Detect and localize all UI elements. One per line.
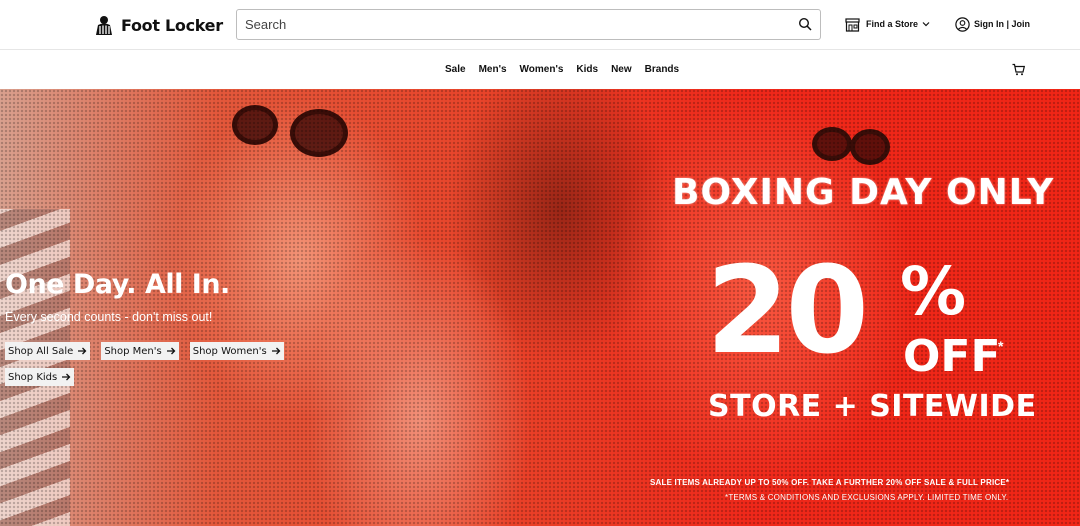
top-header: Foot Locker Find a Store Sign In | Join — [0, 0, 1080, 50]
hero-subtitle: Every second counts - don't miss out! — [5, 310, 213, 324]
nav-item-sale[interactable]: Sale — [445, 64, 466, 75]
cta-label: Shop All Sale — [8, 345, 74, 357]
arrow-right-icon — [78, 347, 87, 355]
user-icon — [955, 16, 970, 32]
nav-item-mens[interactable]: Men's — [479, 64, 507, 75]
chevron-down-icon — [922, 22, 930, 27]
cta-label: Shop Men's — [104, 345, 162, 357]
nav-item-kids[interactable]: Kids — [576, 64, 598, 75]
sign-in-join-link[interactable]: Sign In | Join — [955, 15, 1030, 33]
main-nav: Sale Men's Women's Kids New Brands — [445, 64, 679, 75]
nav-item-womens[interactable]: Women's — [520, 64, 564, 75]
main-navigation-bar: Sale Men's Women's Kids New Brands — [0, 50, 1080, 89]
arrow-right-icon — [166, 347, 176, 355]
promo-off: OFF — [903, 331, 1001, 382]
promo-percent: 20 — [706, 242, 869, 381]
hero-banner[interactable]: One Day. All In. Every second counts - d… — [0, 89, 1080, 526]
cart-icon[interactable] — [1012, 63, 1025, 76]
promo-headline: BOXING DAY ONLY — [672, 172, 1055, 213]
hero-title: One Day. All In. — [5, 269, 230, 300]
arrow-right-icon — [271, 347, 281, 355]
find-store-label: Find a Store — [866, 19, 919, 29]
arrow-right-icon — [62, 373, 71, 381]
cta-label: Shop Kids — [8, 371, 58, 383]
promo-scope: STORE + SITEWIDE — [708, 389, 1037, 424]
shop-all-sale-button[interactable]: Shop All Sale — [5, 342, 91, 360]
shop-kids-button[interactable]: Shop Kids — [5, 368, 75, 386]
hero-cta-group: Shop All Sale Shop Men's Shop Women's Sh… — [5, 342, 305, 386]
logo-text: Foot Locker — [121, 15, 223, 35]
referee-logo-icon — [96, 16, 112, 35]
find-a-store-button[interactable]: Find a Store — [845, 15, 930, 33]
search-input[interactable] — [245, 10, 785, 39]
promo-percent-sign: % — [900, 253, 967, 330]
search-box[interactable] — [236, 9, 821, 40]
sign-in-label: Sign In | Join — [974, 19, 1031, 29]
promo-terms: *TERMS & CONDITIONS AND EXCLUSIONS APPLY… — [725, 493, 1009, 502]
shop-mens-button[interactable]: Shop Men's — [101, 342, 179, 360]
cta-label: Shop Women's — [192, 345, 267, 357]
store-icon — [845, 17, 860, 32]
shop-womens-button[interactable]: Shop Women's — [189, 342, 284, 360]
promo-fine-print: SALE ITEMS ALREADY UP TO 50% OFF. TAKE A… — [650, 478, 1010, 487]
nav-item-brands[interactable]: Brands — [645, 64, 679, 75]
nav-item-new[interactable]: New — [611, 64, 632, 75]
search-icon[interactable] — [798, 17, 812, 31]
promo-asterisk: * — [998, 338, 1004, 354]
foot-locker-logo[interactable]: Foot Locker — [93, 12, 223, 38]
